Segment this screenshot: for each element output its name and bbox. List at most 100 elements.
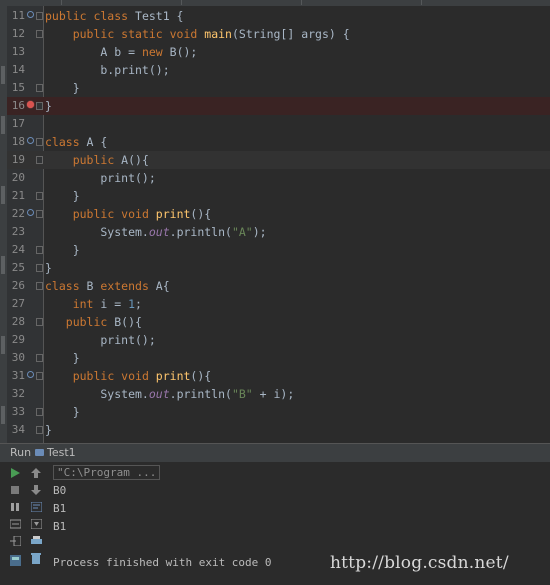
code-line[interactable]: 33 } xyxy=(7,403,550,421)
dump-threads-button[interactable] xyxy=(8,517,22,531)
code-line[interactable]: 14 b.print(); xyxy=(7,61,550,79)
print-button[interactable] xyxy=(29,534,43,548)
tool-window-button[interactable] xyxy=(1,116,5,134)
code-line[interactable]: 31 public void print(){ xyxy=(7,367,550,385)
code-text: public static void main(String[] args) { xyxy=(72,27,350,41)
code-text: System.out.println("B" + i); xyxy=(45,387,295,401)
line-number: 17 xyxy=(11,117,25,130)
implemented-marker-icon[interactable] xyxy=(27,137,34,144)
code-line[interactable]: 21 } xyxy=(7,187,550,205)
code-line[interactable]: 18 class A { xyxy=(7,133,550,151)
line-number: 33 xyxy=(11,405,25,418)
exit-icon xyxy=(9,536,21,546)
scroll-to-end-button[interactable] xyxy=(29,517,43,531)
code-line[interactable]: 11 public class Test1 { xyxy=(7,7,550,25)
code-line[interactable]: 16} xyxy=(7,97,550,115)
code-line[interactable]: 28 public B(){ xyxy=(7,313,550,331)
line-number: 28 xyxy=(11,315,25,328)
print-icon xyxy=(30,536,42,544)
code-line[interactable]: 30 } xyxy=(7,349,550,367)
fold-marker-icon[interactable] xyxy=(36,408,43,416)
scroll-down-button[interactable] xyxy=(29,483,43,497)
code-line[interactable]: 20 print(); xyxy=(7,169,550,187)
scroll-up-button[interactable] xyxy=(29,466,43,480)
code-editor[interactable]: 11 public class Test1 {12 public static v… xyxy=(7,6,550,443)
fold-marker-icon[interactable] xyxy=(36,12,43,20)
line-number: 14 xyxy=(11,63,25,76)
code-line[interactable]: 13 A b = new B(); xyxy=(7,43,550,61)
code-text: public A(){ xyxy=(72,153,149,167)
code-line[interactable]: 24 } xyxy=(7,241,550,259)
fold-marker-icon[interactable] xyxy=(36,210,43,218)
code-line[interactable]: 32 System.out.println("B" + i); xyxy=(7,385,550,403)
breakpoint-icon[interactable] xyxy=(27,101,34,108)
fold-marker-icon[interactable] xyxy=(36,246,43,254)
tool-window-button[interactable] xyxy=(1,186,5,204)
line-number: 19 xyxy=(11,153,25,166)
code-line[interactable]: 17 xyxy=(7,115,550,133)
soft-wrap-button[interactable] xyxy=(29,500,43,514)
run-tab-test1[interactable]: Test1 xyxy=(47,446,76,459)
implemented-marker-icon[interactable] xyxy=(27,11,34,18)
code-line[interactable]: 25} xyxy=(7,259,550,277)
tool-window-button[interactable] xyxy=(1,406,5,424)
code-text: System.out.println("A"); xyxy=(45,225,267,239)
run-button[interactable] xyxy=(8,466,22,480)
trash-icon xyxy=(31,552,41,564)
code-text: b.print(); xyxy=(45,63,170,77)
dump-icon xyxy=(9,519,21,529)
code-line[interactable]: 19 public A(){ xyxy=(7,151,550,169)
exit-button[interactable] xyxy=(8,534,22,548)
code-line[interactable]: 12 public static void main(String[] args… xyxy=(7,25,550,43)
restore-layout-button[interactable] xyxy=(8,553,22,567)
stop-button[interactable] xyxy=(8,483,22,497)
code-line[interactable]: 29 print(); xyxy=(7,331,550,349)
code-line[interactable]: 26 class B extends A{ xyxy=(7,277,550,295)
fold-marker-icon[interactable] xyxy=(36,282,43,290)
fold-marker-icon[interactable] xyxy=(36,354,43,362)
fold-marker-icon[interactable] xyxy=(36,372,43,380)
fold-marker-icon[interactable] xyxy=(36,264,43,272)
code-line[interactable]: 27 int i = 1; xyxy=(7,295,550,313)
code-text: } xyxy=(45,99,52,113)
code-text: A b = new B(); xyxy=(45,45,198,59)
tool-window-button[interactable] xyxy=(1,256,5,274)
tool-window-button[interactable] xyxy=(1,66,5,84)
code-text: int i = 1; xyxy=(72,297,142,311)
code-text: public B(){ xyxy=(65,315,142,329)
code-line[interactable]: 22 public void print(){ xyxy=(7,205,550,223)
fold-marker-icon[interactable] xyxy=(36,426,43,434)
console-command[interactable]: "C:\Program ... xyxy=(53,465,161,480)
toolbar-tab-divider xyxy=(420,0,422,5)
fold-marker-icon[interactable] xyxy=(36,30,43,38)
fold-marker-icon[interactable] xyxy=(36,318,43,326)
layout-icon xyxy=(9,554,21,566)
line-number: 23 xyxy=(11,225,25,238)
override-marker-icon[interactable] xyxy=(27,209,34,216)
line-number: 15 xyxy=(11,81,25,94)
fold-marker-icon[interactable] xyxy=(36,84,43,92)
fold-marker-icon[interactable] xyxy=(36,156,43,164)
clear-all-button[interactable] xyxy=(29,551,43,565)
watermark: http://blog.csdn.net/ xyxy=(330,553,509,573)
code-line[interactable]: 23 System.out.println("A"); xyxy=(7,223,550,241)
run-toolbar-right xyxy=(27,462,47,585)
override-marker-icon[interactable] xyxy=(27,371,34,378)
pause-button[interactable] xyxy=(8,500,22,514)
code-text: } xyxy=(45,81,80,95)
fold-marker-icon[interactable] xyxy=(36,192,43,200)
run-panel-label: Run xyxy=(10,446,32,459)
code-line[interactable]: 34} xyxy=(7,421,550,439)
fold-marker-icon[interactable] xyxy=(36,138,43,146)
toolbar-tab-divider xyxy=(180,0,182,5)
code-text: } xyxy=(45,261,52,275)
code-line[interactable]: 15 } xyxy=(7,79,550,97)
line-number: 24 xyxy=(11,243,25,256)
fold-marker-icon[interactable] xyxy=(36,102,43,110)
line-number: 34 xyxy=(11,423,25,436)
tool-window-button[interactable] xyxy=(1,336,5,354)
console-command-line[interactable]: "C:\Program ... xyxy=(53,464,161,482)
toolbar-tab-divider xyxy=(60,0,62,5)
line-number: 25 xyxy=(11,261,25,274)
line-number: 16 xyxy=(11,99,25,112)
